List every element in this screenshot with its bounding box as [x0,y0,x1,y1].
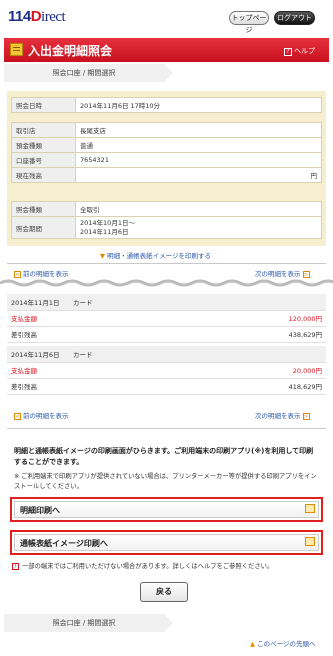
txn-date: 2014年11月6日 [7,346,69,363]
step-current: 明細照会結果 [164,64,329,82]
print-detail-label: 明細印刷へ [20,506,60,515]
balance-label: 現在残高 [11,167,76,183]
page-top-link[interactable]: ▲ このページの先頭へ [250,638,315,648]
next-label: 次の明細を表示 [255,412,301,420]
prev-label: 前の明細を表示 [23,270,69,278]
prev-label: 前の明細を表示 [23,412,69,420]
balance-value: 円 [75,167,322,183]
print-cover-label: 通帳表紙イメージ印刷へ [20,539,108,548]
txn-date: 2014年11月1日 [7,294,69,311]
txn-balance-label: 差引残高 [7,378,69,395]
transaction-1: 2014年11月1日 カード 支払金額 120,000円 差引残高 438,629円 [7,294,326,343]
divider [7,263,326,264]
account-label: 口座番号 [11,152,76,168]
type-label: 預金種類 [11,137,76,153]
triangle-up-icon: ▲ [250,640,255,648]
txn-pay-label: 支払金額 [7,362,69,379]
step-indicator-bottom: 明細照会結果 照会口座 / 期間選択 [4,614,329,632]
period-from: 2014年10月1日〜 [80,218,135,227]
help-icon: ? [284,48,292,56]
triangle-icon: ▼ [100,252,105,260]
step-arrow [164,64,173,82]
period-table: 照会種類 全取引 照会期間 2014年10月1日〜 2014年11月6日 [11,201,322,239]
printer-icon [305,537,315,546]
txn-balance-value: 418,629円 [69,378,326,395]
prev-link-top[interactable]: < 前の明細を表示 [12,268,69,278]
branch-label: 取引店 [11,122,76,138]
info-icon: ! [12,563,19,570]
chevron-right-icon: > [302,412,310,420]
datetime-value: 2014年11月6日 17時10分 [75,97,322,113]
txn-pay-label: 支払金額 [7,310,69,327]
txn-pay-value: 120,000円 [69,310,326,327]
type-value: 普通 [75,137,322,153]
info-panel: 照会日時 2014年11月6日 17時10分 取引店 長尾支店 預金種類 普通 口座番… [7,91,326,246]
step-previous: 照会口座 / 期間選択 [4,614,164,632]
bank-logo[interactable]: 114Direct [8,8,66,26]
back-button[interactable]: 戻る [140,582,188,602]
divider [7,428,326,429]
prev-link-bottom[interactable]: < 前の明細を表示 [12,410,69,420]
print-detail-button[interactable]: 明細印刷へ [10,497,323,522]
account-table: 取引店 長尾支店 預金種類 普通 口座番号 7654321 現在残高円 [11,122,322,183]
chevron-left-icon: < [14,270,21,278]
page-top-label: このページの先頭へ [257,640,316,648]
logo-rest: irect [41,9,66,25]
next-link-top[interactable]: 次の明細を表示 > [255,268,312,278]
print-cover-button[interactable]: 通帳表紙イメージ印刷へ [10,530,323,555]
kind-label: 照会種類 [11,201,76,217]
help-label: ヘルプ [294,47,315,55]
transaction-2: 2014年11月6日 カード 支払金額 20,000円 差引残高 418,629円 [7,346,326,395]
statement-icon [10,43,23,56]
logo-number: 114 [8,8,31,25]
chevron-left-icon: < [14,412,21,420]
period-label: 照会期間 [11,216,76,239]
next-link-bottom[interactable]: 次の明細を表示 > [255,410,312,420]
kind-value: 全取引 [75,201,322,217]
print-statement-link[interactable]: ▼ 明細・通帳表紙イメージを印刷する [100,250,211,260]
print-instruction: 明細と通帳表紙イメージの印刷画面がひらきます。ご利用端末の印刷アプリ(※)を利用… [14,447,314,466]
help-link[interactable]: ? ヘルプ [284,46,315,56]
compatibility-text: 一部の端末ではご利用いただけない場合があります。詳しくはヘルプをご参照ください。 [22,563,274,570]
logo-d: D [30,8,42,25]
txn-pay-value: 20,000円 [69,362,326,379]
txn-balance-value: 438,629円 [69,326,326,343]
datetime-label: 照会日時 [11,97,76,113]
txn-desc: カード [69,346,326,363]
page-title: 入出金明細照会 [28,44,113,58]
printer-icon [305,504,315,513]
period-value: 2014年10月1日〜 2014年11月6日 [75,216,322,239]
top-page-button[interactable]: トップページ [229,11,269,34]
step-indicator: 明細照会結果 照会口座 / 期間選択 [4,64,329,82]
print-statement-label: 明細・通帳表紙イメージを印刷する [107,252,211,260]
datetime-table: 照会日時 2014年11月6日 17時10分 [11,97,322,113]
account-value: 7654321 [75,152,322,168]
chevron-right-icon: > [302,270,310,278]
txn-balance-label: 差引残高 [7,326,69,343]
step-current: 明細照会結果 [164,614,329,632]
torn-divider [0,279,333,287]
step-previous: 照会口座 / 期間選択 [4,64,164,82]
compatibility-note: ! 一部の端末ではご利用いただけない場合があります。詳しくはヘルプをご参照ください… [12,561,273,570]
next-label: 次の明細を表示 [255,270,301,278]
print-app-note: ※ ご利用端末で印刷アプリが提供されていない場合は、プリンターメーカー等が提供す… [14,473,317,490]
period-to: 2014年11月6日 [80,227,129,236]
txn-desc: カード [69,294,326,311]
step-arrow [164,614,173,632]
logout-button[interactable]: ログアウト [274,11,315,25]
branch-value: 長尾支店 [75,122,322,138]
